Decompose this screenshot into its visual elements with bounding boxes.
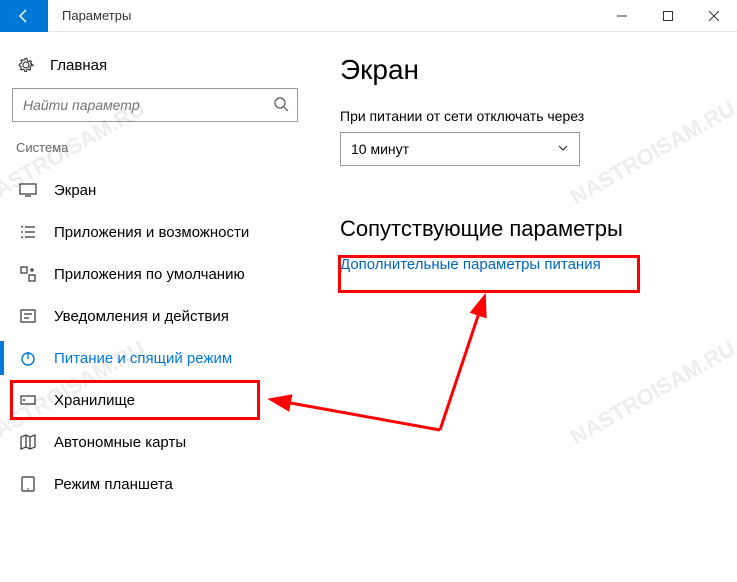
- sidebar-item-label: Питание и спящий режим: [54, 350, 232, 367]
- monitor-icon: [18, 181, 38, 199]
- main-panel: Экран При питании от сети отключать чере…: [310, 32, 737, 582]
- search-icon: [273, 96, 289, 115]
- maximize-icon: [663, 11, 673, 21]
- sidebar-item-power-sleep[interactable]: Питание и спящий режим: [12, 337, 298, 379]
- sidebar: Главная Система Экран Приложения и возмо…: [0, 32, 310, 582]
- sidebar-item-label: Режим планшета: [54, 476, 173, 493]
- home-label: Главная: [50, 57, 107, 74]
- list-icon: [18, 223, 38, 241]
- category-label: Система: [16, 140, 298, 155]
- active-indicator: [0, 341, 4, 375]
- chevron-down-icon: [557, 141, 569, 157]
- dropdown-label: При питании от сети отключать через: [340, 108, 707, 124]
- sidebar-item-label: Приложения по умолчанию: [54, 266, 245, 283]
- minimize-button[interactable]: [599, 0, 645, 32]
- sidebar-item-default-apps[interactable]: Приложения по умолчанию: [12, 253, 298, 295]
- screen-timeout-dropdown[interactable]: 10 минут: [340, 132, 580, 166]
- close-icon: [709, 11, 719, 21]
- sidebar-item-tablet-mode[interactable]: Режим планшета: [12, 463, 298, 505]
- minimize-icon: [617, 11, 627, 21]
- defaults-icon: [18, 265, 38, 283]
- map-icon: [18, 433, 38, 451]
- related-heading: Сопутствующие параметры: [340, 216, 707, 242]
- close-button[interactable]: [691, 0, 737, 32]
- sidebar-item-label: Хранилище: [54, 392, 135, 409]
- tablet-icon: [18, 475, 38, 493]
- search-box[interactable]: [12, 88, 298, 122]
- sidebar-item-display[interactable]: Экран: [12, 169, 298, 211]
- sidebar-item-label: Приложения и возможности: [54, 224, 249, 241]
- back-button[interactable]: [0, 0, 48, 32]
- titlebar: Параметры: [0, 0, 737, 32]
- sidebar-item-label: Автономные карты: [54, 434, 186, 451]
- sidebar-item-apps[interactable]: Приложения и возможности: [12, 211, 298, 253]
- gear-icon: [16, 56, 36, 74]
- additional-power-settings-link[interactable]: Дополнительные параметры питания: [340, 256, 601, 273]
- maximize-button[interactable]: [645, 0, 691, 32]
- power-icon: [18, 349, 38, 367]
- dropdown-value: 10 минут: [351, 141, 409, 157]
- sidebar-item-label: Экран: [54, 182, 96, 199]
- sidebar-item-offline-maps[interactable]: Автономные карты: [12, 421, 298, 463]
- notification-icon: [18, 307, 38, 325]
- search-input[interactable]: [23, 97, 273, 113]
- window-title: Параметры: [62, 8, 131, 23]
- window-controls: [599, 0, 737, 32]
- home-link[interactable]: Главная: [12, 52, 298, 88]
- content-area: Главная Система Экран Приложения и возмо…: [0, 32, 737, 582]
- arrow-left-icon: [16, 8, 32, 24]
- storage-icon: [18, 391, 38, 409]
- sidebar-item-notifications[interactable]: Уведомления и действия: [12, 295, 298, 337]
- sidebar-item-storage[interactable]: Хранилище: [12, 379, 298, 421]
- sidebar-item-label: Уведомления и действия: [54, 308, 229, 325]
- section-heading: Экран: [340, 54, 707, 86]
